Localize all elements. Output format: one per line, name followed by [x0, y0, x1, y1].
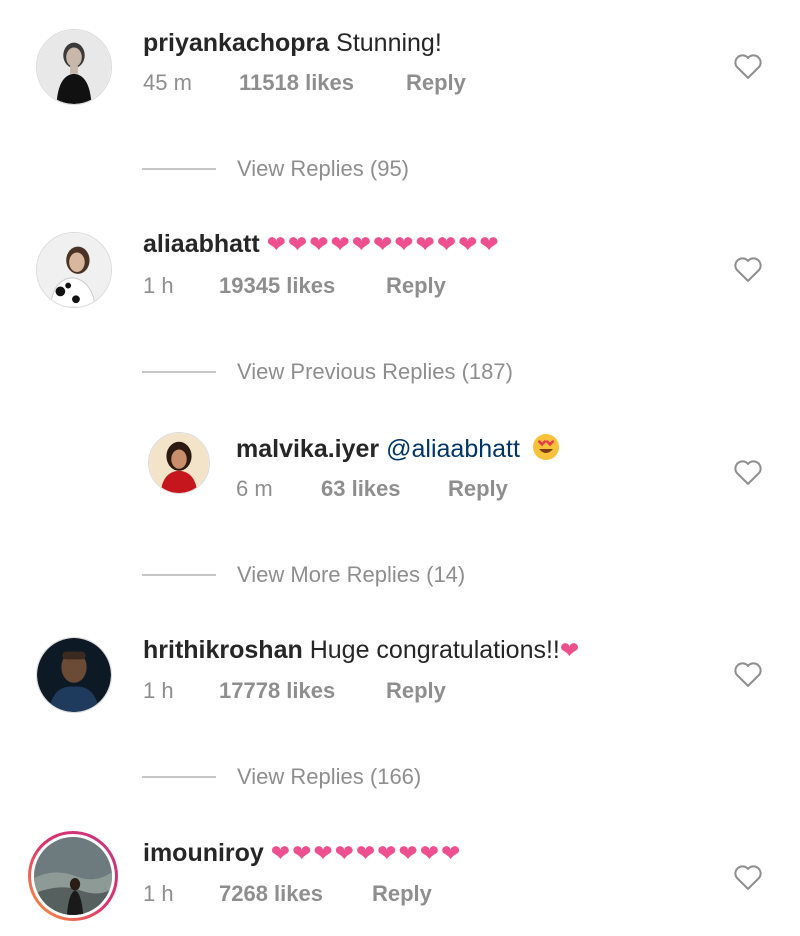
heart-eyes-emoji-icon [531, 432, 561, 462]
mention-link[interactable]: @aliaabhatt [386, 435, 520, 463]
avatar[interactable] [148, 432, 210, 494]
reply-button[interactable]: Reply [386, 273, 446, 299]
comment-username[interactable]: priyankachopra [143, 29, 329, 57]
comment-likes[interactable]: 17778 likes [219, 678, 335, 704]
comment-text: ❤❤❤❤❤❤❤❤❤❤❤ [266, 231, 501, 257]
comment-likes[interactable]: 7268 likes [219, 881, 323, 907]
comment-username[interactable]: malvika.iyer [236, 435, 379, 463]
comment-username[interactable]: imouniroy [143, 839, 264, 867]
comment-text: Huge congratulations!! [309, 636, 560, 664]
view-replies-label: View Replies (166) [237, 764, 422, 789]
comment-text: Stunning! [336, 29, 442, 57]
like-heart-icon[interactable] [733, 458, 763, 486]
comment-time: 6 m [236, 476, 273, 501]
avatar-with-story-ring[interactable] [28, 831, 118, 921]
view-replies-label: View Previous Replies (187) [237, 359, 513, 384]
reply-button[interactable]: Reply [386, 678, 446, 704]
like-heart-icon[interactable] [733, 660, 763, 688]
avatar[interactable] [36, 29, 112, 105]
comment-username[interactable]: aliaabhatt [143, 230, 260, 258]
comment-text: ❤❤❤❤❤❤❤❤❤ [270, 840, 463, 866]
divider [142, 574, 216, 576]
comment-time: 1 h [143, 273, 174, 298]
like-heart-icon[interactable] [733, 255, 763, 283]
divider [142, 168, 216, 170]
reply-button[interactable]: Reply [448, 476, 508, 502]
like-heart-icon[interactable] [733, 863, 763, 891]
avatar[interactable] [36, 637, 112, 713]
comment-time: 1 h [143, 881, 174, 906]
comment-username[interactable]: hrithikroshan [143, 636, 303, 664]
comment-time: 45 m [143, 70, 192, 95]
comment-likes[interactable]: 11518 likes [239, 70, 354, 96]
heart-emoji: ❤ [559, 637, 582, 663]
avatar[interactable] [36, 232, 112, 308]
view-replies-label: View More Replies (14) [237, 562, 466, 587]
reply-button[interactable]: Reply [406, 70, 466, 96]
like-heart-icon[interactable] [733, 52, 763, 80]
reply-button[interactable]: Reply [372, 881, 432, 907]
comment-likes[interactable]: 19345 likes [219, 273, 335, 299]
comment-time: 1 h [143, 678, 174, 703]
divider [142, 371, 216, 373]
comment-likes[interactable]: 63 likes [321, 476, 401, 502]
divider [142, 776, 216, 778]
view-replies-label: View Replies (95) [237, 156, 410, 181]
